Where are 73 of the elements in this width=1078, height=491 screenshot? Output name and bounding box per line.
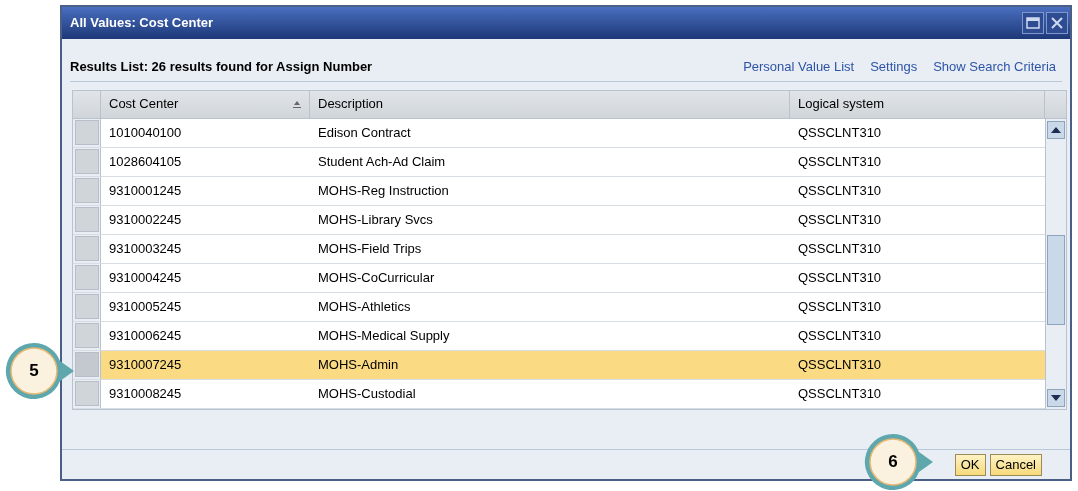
close-button[interactable]: [1046, 12, 1068, 34]
table-cell-text: MOHS-Athletics: [317, 297, 412, 316]
header-link[interactable]: Settings: [870, 57, 918, 77]
window-title: All Values: Cost Center: [70, 14, 214, 33]
table-cell-text: 9310001245: [108, 181, 183, 200]
table-row[interactable]: 1010040100 Edison Contract QSSCLNT310: [73, 118, 1045, 148]
table-cell-text: MOHS-Library Svcs: [317, 210, 434, 229]
scrollbar[interactable]: [1045, 118, 1066, 409]
table-cell-text: Edison Contract: [317, 123, 412, 142]
table-cell-text: QSSCLNT310: [797, 152, 883, 171]
table-row[interactable]: 9310003245 MOHS-Field Trips QSSCLNT310: [73, 234, 1045, 264]
table-cell-text: MOHS-Reg Instruction: [317, 181, 450, 200]
table-row[interactable]: 1028604105 Student Ach-Ad Claim QSSCLNT310: [73, 147, 1045, 177]
table-cell-text: MOHS-Custodial: [317, 384, 417, 403]
table-cell-text: QSSCLNT310: [797, 210, 883, 229]
maximize-icon: [1026, 17, 1040, 29]
row-selector[interactable]: [73, 379, 101, 408]
row-selector[interactable]: [73, 205, 101, 234]
table-cell-text: 9310003245: [108, 239, 183, 258]
table-cell-text: 9310006245: [108, 326, 183, 345]
table-row[interactable]: 9310007245 MOHS-Admin QSSCLNT310: [73, 350, 1045, 380]
table-cell-text: Student Ach-Ad Claim: [317, 152, 447, 171]
table-cell-text: QSSCLNT310: [797, 123, 883, 142]
row-selector[interactable]: [73, 147, 101, 176]
row-selector[interactable]: [73, 350, 101, 379]
table-cell-text: MOHS-Field Trips: [317, 239, 423, 258]
table-cell-text: 9310002245: [108, 210, 183, 229]
results-heading: Results List: 26 results found for Assign Number: [70, 58, 373, 76]
column-header[interactable]: Description: [310, 90, 790, 118]
table-cell-text: QSSCLNT310: [797, 355, 883, 374]
row-selector[interactable]: [73, 234, 101, 263]
column-header[interactable]: Logical system: [790, 90, 1045, 118]
header-link[interactable]: Show Search Criteria: [933, 57, 1056, 77]
step-callout: 6: [864, 433, 934, 491]
scroll-up-button[interactable]: [1047, 120, 1065, 139]
sort-icon: [293, 100, 301, 108]
row-selector[interactable]: [73, 263, 101, 292]
table-cell-text: 9310008245: [108, 384, 183, 403]
table-row[interactable]: 9310004245 MOHS-CoCurricular QSSCLNT310: [73, 263, 1045, 293]
table-row[interactable]: 9310002245 MOHS-Library Svcs QSSCLNT310: [73, 205, 1045, 235]
table-cell-text: QSSCLNT310: [797, 268, 883, 287]
header-link[interactable]: Personal Value List: [743, 57, 855, 77]
table-cell-text: QSSCLNT310: [797, 239, 883, 258]
row-selector[interactable]: [73, 118, 101, 147]
table-cell-text: QSSCLNT310: [797, 297, 883, 316]
up-arrow-icon: [1051, 126, 1061, 133]
maximize-button[interactable]: [1022, 12, 1044, 34]
table-cell-text: 1010040100: [108, 123, 183, 142]
down-arrow-icon: [1051, 394, 1061, 401]
table-cell-text: 1028604105: [108, 152, 183, 171]
scroll-thumb[interactable]: [1047, 234, 1065, 325]
dialog-button[interactable]: OK: [954, 453, 986, 476]
table-row[interactable]: 9310006245 MOHS-Medical Supply QSSCLNT310: [73, 321, 1045, 351]
table-row[interactable]: 9310001245 MOHS-Reg Instruction QSSCLNT310: [73, 176, 1045, 206]
table-row[interactable]: 9310005245 MOHS-Athletics QSSCLNT310: [73, 292, 1045, 322]
table-cell-text: QSSCLNT310: [797, 181, 883, 200]
row-selector[interactable]: [73, 176, 101, 205]
table-cell-text: QSSCLNT310: [797, 326, 883, 345]
table-cell-text: 9310005245: [108, 297, 183, 316]
row-selector[interactable]: [73, 321, 101, 350]
table-cell-text: 9310004245: [108, 268, 183, 287]
table-cell-text: 9310007245: [108, 355, 183, 374]
table-cell-text: MOHS-Admin: [317, 355, 400, 374]
dialog-button[interactable]: Cancel: [989, 453, 1042, 476]
table-row[interactable]: 9310008245 MOHS-Custodial QSSCLNT310: [73, 379, 1045, 409]
step-callout: 5: [5, 342, 75, 400]
row-selector[interactable]: [73, 292, 101, 321]
close-icon: [1051, 17, 1063, 29]
table-cell-text: MOHS-Medical Supply: [317, 326, 451, 345]
scroll-down-button[interactable]: [1047, 388, 1065, 407]
table-cell-text: MOHS-CoCurricular: [317, 268, 436, 287]
column-header[interactable]: Cost Center: [101, 90, 310, 118]
table-cell-text: QSSCLNT310: [797, 384, 883, 403]
